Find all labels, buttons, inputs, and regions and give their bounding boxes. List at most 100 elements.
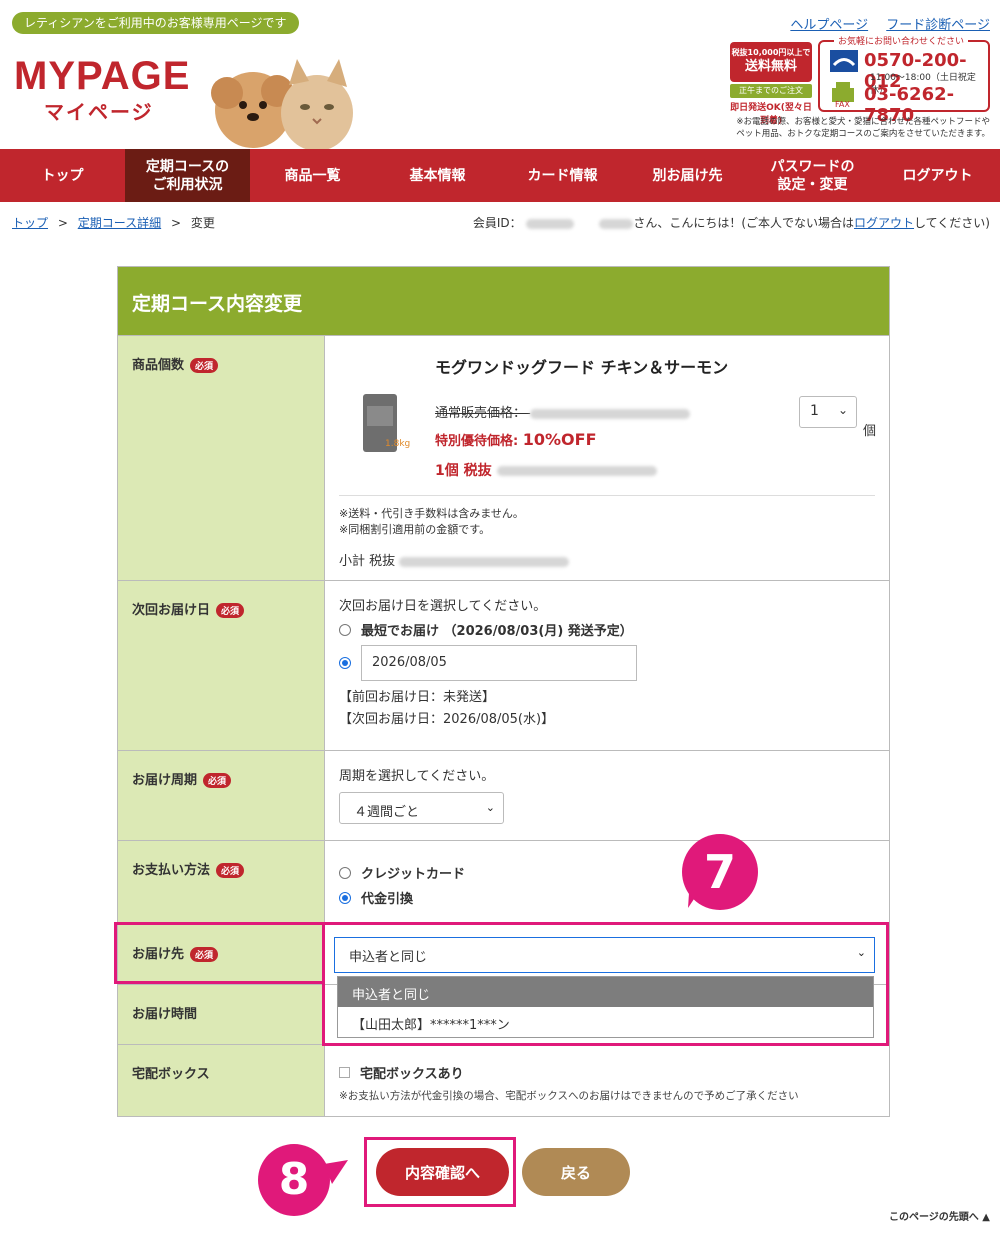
product-image: 1.8kg — [363, 394, 410, 452]
label-time: お届け時間 — [118, 985, 325, 1044]
radio-off — [339, 623, 351, 636]
credit-card-label: クレジットカード — [361, 867, 466, 882]
nav-item-0[interactable]: トップ — [0, 149, 125, 202]
contact-box: お気軽にお問い合わせください 0570-200-012 11:00〜18:00（… — [818, 34, 990, 126]
breadcrumb-separator: > — [57, 216, 68, 230]
breadcrumb-current: 変更 — [190, 216, 215, 230]
form-title: 定期コース内容変更 — [118, 267, 889, 335]
regular-price: 通常販売価格： — [435, 402, 691, 421]
delivery-box-note: ※お支払い方法が代金引換の場合、宅配ボックスへのお届けはできませんので予めご了承… — [339, 1090, 799, 1102]
main-nav: トップ 定期コースの ご利用状況 商品一覧 基本情報 カード情報 別お届け先 パスワードの … — [0, 149, 1000, 202]
breadcrumb: トップ > 定期コース詳細 > 変更 — [12, 214, 215, 231]
quantity-select[interactable]: 1 ⌄ — [799, 396, 857, 428]
required-badge: 必須 — [190, 358, 219, 373]
delivery-box-value: 宅配ボックスあり ※お支払い方法が代金引換の場合、宅配ボックスへのお届けはできま… — [325, 1045, 889, 1116]
radio-credit-card[interactable]: クレジットカード — [339, 863, 875, 882]
cycle-value: 周期を選択してください。 ４週間ごと ⌄ — [325, 751, 889, 840]
radio-date[interactable]: 2026/08/05 — [339, 645, 875, 681]
discount-percent: 10%OFF — [522, 430, 597, 449]
label-text: 宅配ボックス — [132, 1067, 210, 1082]
phone-icon — [830, 50, 858, 72]
dog-cat-image — [211, 59, 353, 150]
unit-price: 1個 税抜 — [435, 460, 657, 480]
nav-item-3[interactable]: 基本情報 — [375, 149, 500, 202]
label-text: お届け時間 — [132, 1007, 198, 1022]
chevron-down-icon: ⌄ — [485, 801, 495, 814]
member-greeting: 会員ID： さん、こんにちは！(ご本人でない場合はログアウトしてください) — [473, 214, 990, 231]
payment-value: クレジットカード 代金引換 — [325, 841, 889, 924]
next-date-prompt: 次回お届け日を選択してください。 — [339, 599, 547, 614]
regular-price-label: 通常販売価格： — [435, 406, 527, 421]
nav-item-1[interactable]: 定期コースの ご利用状況 — [125, 149, 250, 202]
nav-item-5[interactable]: 別お届け先 — [625, 149, 750, 202]
free-shipping-badge: 税抜10,000円以上で 送料無料 正午までのご注文 即日発送OK(翌々日到着) — [730, 42, 814, 126]
row-quantity: 商品個数 必須 1.8kg モグワンドッグフード チキン＆サーモン 通常販売価格：… — [118, 335, 889, 580]
destination-select[interactable]: 申込者と同じ ⌄ — [334, 937, 875, 973]
label-text: お届け先 — [132, 947, 185, 962]
label-quantity: 商品個数 必須 — [118, 336, 325, 580]
breadcrumb-top[interactable]: トップ — [12, 216, 48, 230]
label-text: 次回お届け日 — [132, 603, 211, 618]
product-name: モグワンドッグフード チキン＆サーモン — [435, 358, 729, 377]
free-ship-label: 送料無料 — [744, 59, 797, 74]
quantity-value-text: 1 — [810, 403, 819, 419]
destination-dropdown-list: 申込者と同じ 【山田太郎】******1***ン — [337, 976, 874, 1038]
logout-link[interactable]: ログアウト — [854, 216, 914, 230]
radio-off — [339, 866, 351, 879]
next-delivery: 【次回お届け日：2026/08/05(水)】 — [339, 712, 555, 727]
radio-earliest[interactable]: 最短でお届け （2026/08/03(月) 発送予定） — [339, 620, 875, 639]
subtotal: 小計 税抜 — [339, 550, 875, 569]
label-text: お届け周期 — [132, 773, 198, 788]
regular-price-redacted — [530, 408, 691, 419]
truck-icon: 税抜10,000円以上で 送料無料 — [730, 42, 812, 82]
help-page-link[interactable]: ヘルプページ — [790, 18, 868, 33]
arrow-up-icon: ▲ — [982, 1212, 990, 1223]
required-badge: 必須 — [216, 863, 245, 878]
radio-cod[interactable]: 代金引換 — [339, 888, 875, 907]
label-destination: お届け先 必須 — [118, 925, 323, 984]
delivery-box-checkbox[interactable]: 宅配ボックスあり — [339, 1063, 875, 1082]
page-top-link[interactable]: このページの先頭へ ▲ — [889, 1208, 990, 1223]
dropdown-option[interactable]: 申込者と同じ — [338, 977, 873, 1007]
required-badge: 必須 — [216, 603, 245, 618]
label-text: 商品個数 — [132, 358, 185, 373]
breadcrumb-separator: > — [170, 216, 182, 230]
quantity-unit: 個 — [863, 424, 877, 439]
svg-text:1.8kg: 1.8kg — [385, 439, 410, 449]
confirm-button[interactable]: 内容確認へ — [376, 1148, 509, 1196]
member-name-redacted — [599, 218, 634, 229]
label-delivery-box: 宅配ボックス — [118, 1045, 325, 1116]
food-diagnosis-link[interactable]: フード診断ページ — [886, 18, 990, 33]
price-notes: ※送料・代引き手数料は含みません。 ※同梱割引適用前の金額です。 — [339, 506, 875, 538]
date-input[interactable]: 2026/08/05 — [361, 645, 637, 681]
breadcrumb-course-detail[interactable]: 定期コース詳細 — [78, 216, 161, 230]
back-button[interactable]: 戻る — [522, 1148, 630, 1196]
row-cycle: お届け周期 必須 周期を選択してください。 ４週間ごと ⌄ — [118, 750, 889, 840]
greeting-text: さん、こんにちは！(ご本人でない場合は — [633, 216, 855, 230]
quantity-value: 1.8kg モグワンドッグフード チキン＆サーモン 通常販売価格： 特別優待価格… — [325, 336, 889, 580]
row-payment: お支払い方法 必須 クレジットカード 代金引換 — [118, 840, 889, 924]
free-ship-condition: 税抜10,000円以上で — [731, 48, 811, 57]
special-price-label: 特別優待価格: — [435, 434, 523, 449]
required-badge: 必須 — [190, 947, 219, 962]
page-top-label: このページの先頭へ — [889, 1212, 979, 1223]
subtotal-label: 小計 税抜 — [339, 554, 396, 569]
nav-item-7[interactable]: ログアウト — [875, 149, 1000, 202]
dropdown-option[interactable]: 【山田太郎】******1***ン — [338, 1007, 873, 1037]
prev-delivery: 【前回お届け日：未発送】 — [339, 690, 496, 705]
member-id-redacted — [525, 218, 574, 229]
nav-item-2[interactable]: 商品一覧 — [250, 149, 375, 202]
logo-en: MYPAGE — [14, 54, 191, 98]
noon-order-badge: 正午までのご注文 — [730, 84, 812, 98]
nav-item-4[interactable]: カード情報 — [500, 149, 625, 202]
fax-label: FAX — [835, 100, 850, 109]
chevron-down-icon: ⌄ — [856, 946, 866, 959]
nav-item-6[interactable]: パスワードの 設定・変更 — [750, 149, 875, 202]
note-bundle: ※同梱割引適用前の金額です。 — [339, 523, 491, 536]
cycle-select[interactable]: ４週間ごと ⌄ — [339, 792, 504, 824]
member-id-label: 会員ID： — [472, 216, 522, 230]
row-next-date: 次回お届け日 必須 次回お届け日を選択してください。 最短でお届け （2026/0… — [118, 580, 889, 750]
label-next-date: 次回お届け日 必須 — [118, 581, 325, 750]
mypage-logo[interactable]: MYPAGE マイページ — [14, 56, 190, 125]
radio-earliest-label: 最短でお届け （2026/08/03(月) 発送予定） — [361, 624, 633, 639]
